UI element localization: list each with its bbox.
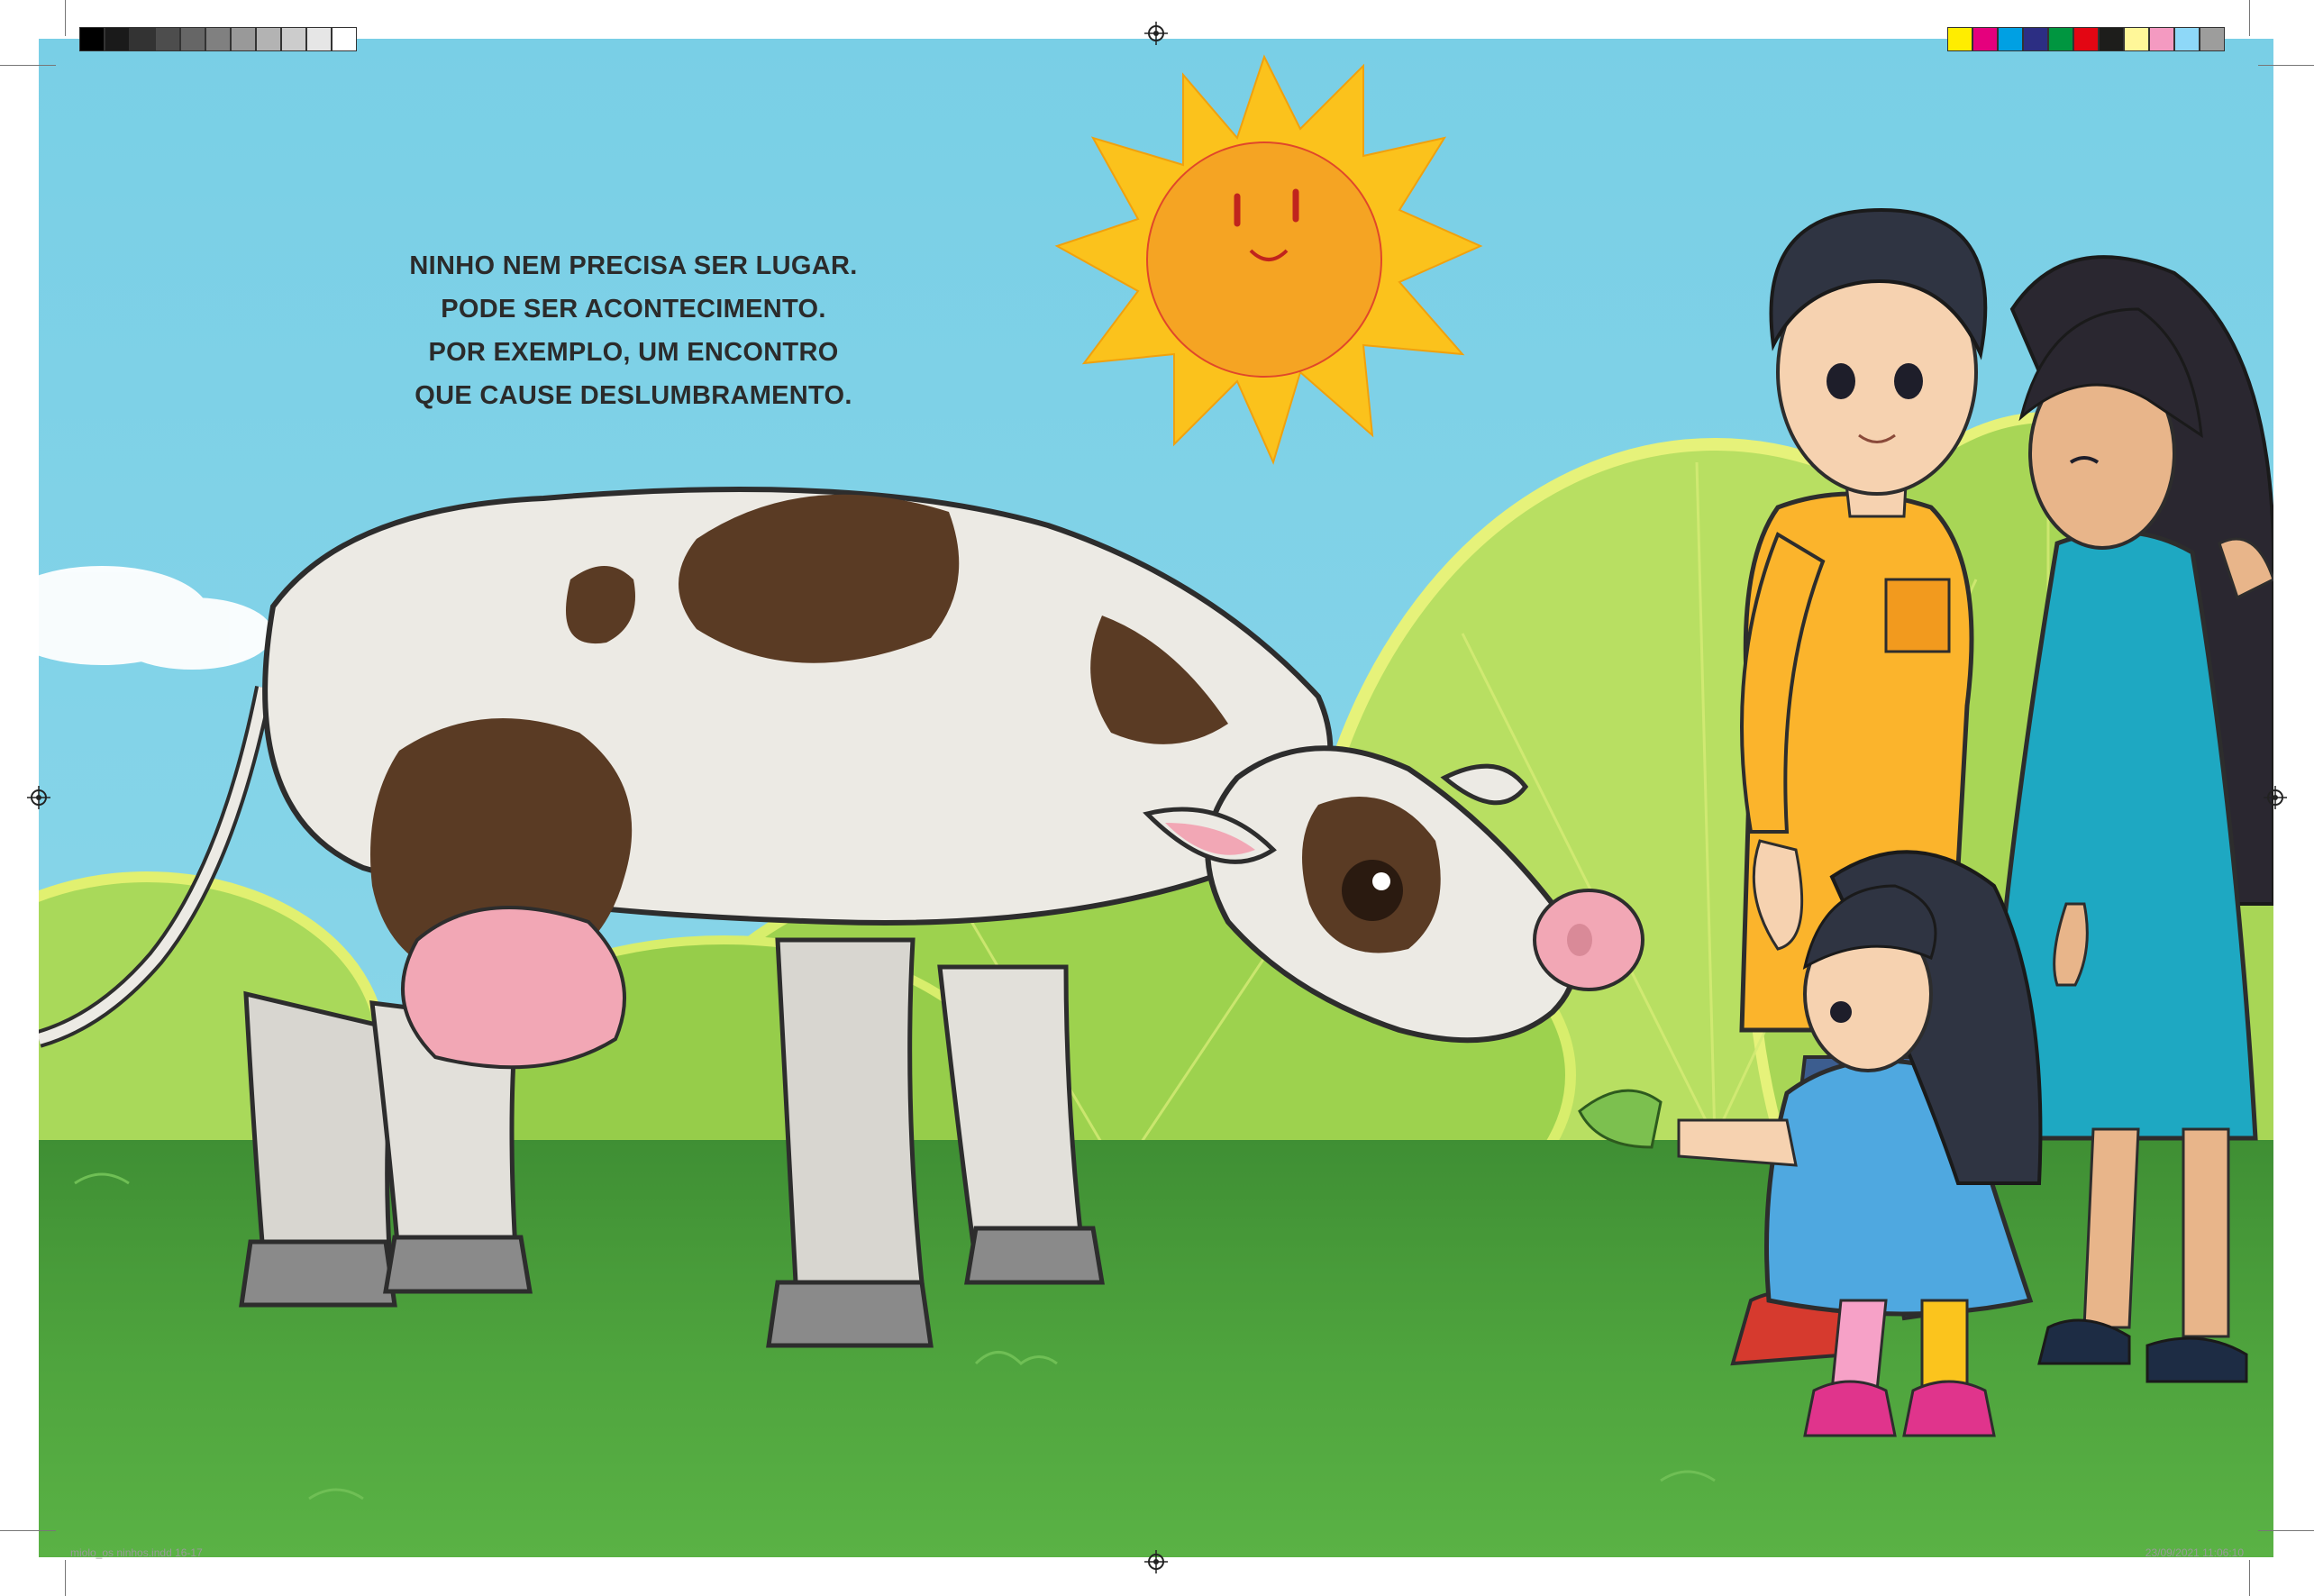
crosshair-circle-icon	[27, 786, 50, 809]
illustration-spread: NINHO NEM PRECISA SER LUGAR. PODE SER AC…	[39, 39, 2273, 1557]
crop-mark	[2249, 1560, 2250, 1596]
slug-timestamp: 23/09/2021 11:06:10	[2145, 1546, 2244, 1559]
color-swatch	[2200, 27, 2225, 51]
gray-swatch	[105, 27, 130, 51]
crop-mark	[2249, 0, 2250, 36]
color-swatch	[1998, 27, 2023, 51]
crosshair-circle-icon	[2264, 786, 2287, 809]
gray-swatch	[306, 27, 332, 51]
gray-swatch	[256, 27, 281, 51]
gray-swatch	[155, 27, 180, 51]
color-swatch	[2048, 27, 2073, 51]
gray-swatch	[130, 27, 155, 51]
gray-swatch	[205, 27, 231, 51]
slug-file-info: miolo_os ninhos.indd 16-17	[70, 1546, 203, 1559]
story-line-3: POR EXEMPLO, UM ENCONTRO	[428, 338, 839, 367]
crop-mark	[65, 0, 66, 36]
gray-swatch	[79, 27, 105, 51]
color-swatch	[2124, 27, 2149, 51]
story-line-1: NINHO NEM PRECISA SER LUGAR.	[409, 251, 858, 280]
color-swatch	[1947, 27, 1972, 51]
crosshair-circle-icon	[1144, 1550, 1168, 1573]
crop-mark	[65, 1560, 66, 1596]
color-swatch	[2149, 27, 2174, 51]
gray-swatch	[281, 27, 306, 51]
crop-mark	[2258, 65, 2314, 66]
story-text: NINHO NEM PRECISA SER LUGAR. PODE SER AC…	[363, 244, 904, 417]
gray-swatch	[180, 27, 205, 51]
color-swatch	[2073, 27, 2099, 51]
color-swatch	[2023, 27, 2048, 51]
gray-swatch	[332, 27, 357, 51]
color-swatch	[2099, 27, 2124, 51]
crop-mark	[0, 65, 56, 66]
crop-mark	[2258, 1530, 2314, 1531]
gray-swatch	[231, 27, 256, 51]
story-line-4: QUE CAUSE DESLUMBRAMENTO.	[415, 381, 852, 410]
grayscale-color-bar	[79, 27, 357, 51]
story-line-2: PODE SER ACONTECIMENTO.	[441, 295, 826, 324]
process-color-bar	[1947, 27, 2225, 51]
color-swatch	[1972, 27, 1998, 51]
color-swatch	[2174, 27, 2200, 51]
crop-mark	[0, 1530, 56, 1531]
crosshair-circle-icon	[1144, 22, 1168, 45]
